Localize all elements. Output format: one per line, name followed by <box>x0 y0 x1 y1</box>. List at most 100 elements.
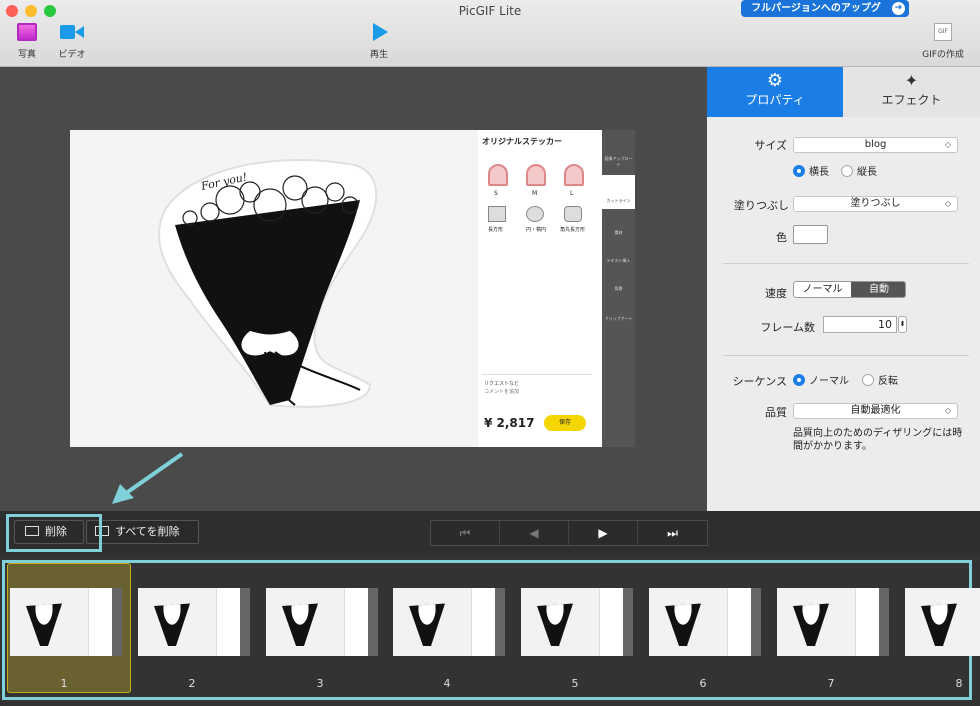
thumb-bouquet <box>665 603 701 646</box>
thumb-bouquet <box>154 603 190 646</box>
speed-normal-label: ノーマル <box>802 284 843 295</box>
delete-all-button[interactable]: すべてを削除 <box>86 520 199 544</box>
properties-panel: ⚙ プロパティ ✦ エフェクト サイズ blog ◇ 横長 縦長 塗りつぶし 塗り… <box>707 67 980 511</box>
cutline-item: カットライン <box>606 198 631 203</box>
sticker-order-panel: オリジナルステッカー S M L 長方形 円・楕円 角丸長方形 リクエストなど … <box>478 130 602 447</box>
chevron-updown-icon: ◇ <box>944 140 951 149</box>
shape-oval-label: 円・楕円 <box>526 227 547 233</box>
fill-select[interactable]: 塗りつぶし ◇ <box>793 196 958 212</box>
sticker-header: オリジナルステッカー <box>482 137 562 146</box>
sequence-label: シーケンス <box>732 375 787 388</box>
tab-properties[interactable]: ⚙ プロパティ <box>707 67 843 117</box>
video-button[interactable]: ビデオ <box>56 23 88 60</box>
sequence-normal-label: ノーマル <box>809 376 849 387</box>
thumb-panel <box>216 588 240 656</box>
frame-thumbnail[interactable] <box>649 588 761 656</box>
speed-auto-label: 自動 <box>869 284 889 295</box>
portrait-radio[interactable]: 縦長 <box>841 163 877 178</box>
frame-thumbnail[interactable] <box>393 588 505 656</box>
size-l-label: L <box>570 190 574 197</box>
radio-off-icon <box>841 165 853 177</box>
arrow-right-icon: ▶ <box>598 526 608 540</box>
frame-thumbnail[interactable] <box>138 588 250 656</box>
sequence-reverse-radio[interactable]: 反転 <box>862 372 898 387</box>
thumb-sidebar <box>495 588 505 656</box>
size-m-label: M <box>532 190 538 197</box>
quality-note: 品質向上のためのディザリングには時間がかかります。 <box>793 428 963 452</box>
frame-number: 6 <box>699 677 707 690</box>
speed-normal-button[interactable]: ノーマル <box>794 282 851 297</box>
fill-label: 塗りつぶし <box>733 199 789 212</box>
tab-effects-label: エフェクト <box>881 93 942 107</box>
play-button[interactable]: 再生 <box>364 23 394 60</box>
tab-effects[interactable]: ✦ エフェクト <box>843 67 980 117</box>
size-options: S M L <box>488 164 598 204</box>
thumb-bouquet <box>26 603 62 646</box>
frame-thumbnail[interactable] <box>905 588 980 656</box>
frames-label: フレーム数 <box>760 321 815 334</box>
thumb-bouquet <box>282 603 318 646</box>
chevron-updown-icon: ◇ <box>944 199 951 208</box>
prev-frame-button[interactable]: ◀ <box>500 521 569 545</box>
thumb-sidebar <box>751 588 761 656</box>
landscape-label: 横長 <box>809 167 829 178</box>
gif-badge: GIF <box>938 28 948 35</box>
size-s-label: S <box>494 190 498 197</box>
thumb-panel <box>727 588 751 656</box>
price-label: ¥ 2,817 <box>484 416 535 430</box>
thumb-panel <box>88 588 112 656</box>
frame-number: 7 <box>827 677 835 690</box>
size-select[interactable]: blog ◇ <box>793 137 958 153</box>
sequence-normal-radio[interactable]: ノーマル <box>793 372 849 387</box>
skip-start-icon: ⏮ <box>459 526 471 540</box>
color-label: 色 <box>776 231 787 244</box>
sequence-reverse-label: 反転 <box>878 376 898 387</box>
arrow-right-icon: ➔ <box>892 2 905 15</box>
frames-input[interactable]: 10 <box>823 316 897 333</box>
thumb-sidebar <box>368 588 378 656</box>
shape-options: 長方形 円・楕円 角丸長方形 <box>488 206 598 246</box>
upload-item: 画像アップロード <box>604 156 633 167</box>
radio-on-icon <box>793 165 805 177</box>
skip-end-icon: ⏭ <box>667 526 678 540</box>
delete-highlight-box <box>6 514 102 552</box>
portrait-label: 縦長 <box>857 167 877 178</box>
gear-icon: ⚙ <box>766 70 784 91</box>
landscape-radio[interactable]: 横長 <box>793 163 829 178</box>
thumb-bouquet <box>921 603 957 646</box>
color-swatch[interactable] <box>793 225 828 244</box>
sticker-save-label: 保存 <box>558 419 571 426</box>
frame-thumbnail[interactable] <box>777 588 889 656</box>
speed-auto-button[interactable]: 自動 <box>851 282 905 297</box>
thumb-panel <box>344 588 368 656</box>
radio-off-icon <box>862 374 874 386</box>
arrow-left-icon: ◀ <box>529 526 539 540</box>
play-label: 再生 <box>369 50 388 60</box>
thumb-sidebar <box>623 588 633 656</box>
next-frame-button[interactable]: ▶ <box>569 521 638 545</box>
photo-label: 写真 <box>17 50 36 60</box>
create-gif-label: GIFの作成 <box>922 50 964 60</box>
fill-value: 塗りつぶし <box>850 198 901 209</box>
title-bar: PicGIF Lite フルパージョンへのアップグ ➔ 写真 ビデオ 再生 GIF… <box>0 0 980 67</box>
frames-stepper[interactable]: ⬍ <box>898 316 907 333</box>
thumb-sidebar <box>112 588 122 656</box>
last-frame-button[interactable]: ⏭ <box>638 521 707 545</box>
frame-thumbnail[interactable] <box>10 588 122 656</box>
radio-on-icon <box>793 374 805 386</box>
thumb-bouquet <box>409 603 445 646</box>
create-gif-button[interactable]: GIF GIFの作成 <box>918 23 968 60</box>
chevron-updown-icon: ◇ <box>944 406 951 415</box>
thumb-panel <box>599 588 623 656</box>
photo-button[interactable]: 写真 <box>12 23 42 60</box>
first-frame-button[interactable]: ⏮ <box>431 521 500 545</box>
frame-thumbnail[interactable] <box>521 588 633 656</box>
sticker-save-button: 保存 <box>544 415 586 431</box>
video-camera-icon <box>60 23 84 41</box>
frame-thumbnail[interactable] <box>266 588 378 656</box>
thumb-panel <box>855 588 879 656</box>
frame-number: 8 <box>955 677 963 690</box>
upgrade-button[interactable]: フルパージョンへのアップグ ➔ <box>741 0 909 17</box>
annotation-arrow-icon <box>112 452 184 504</box>
quality-select[interactable]: 自動最適化 ◇ <box>793 403 958 419</box>
